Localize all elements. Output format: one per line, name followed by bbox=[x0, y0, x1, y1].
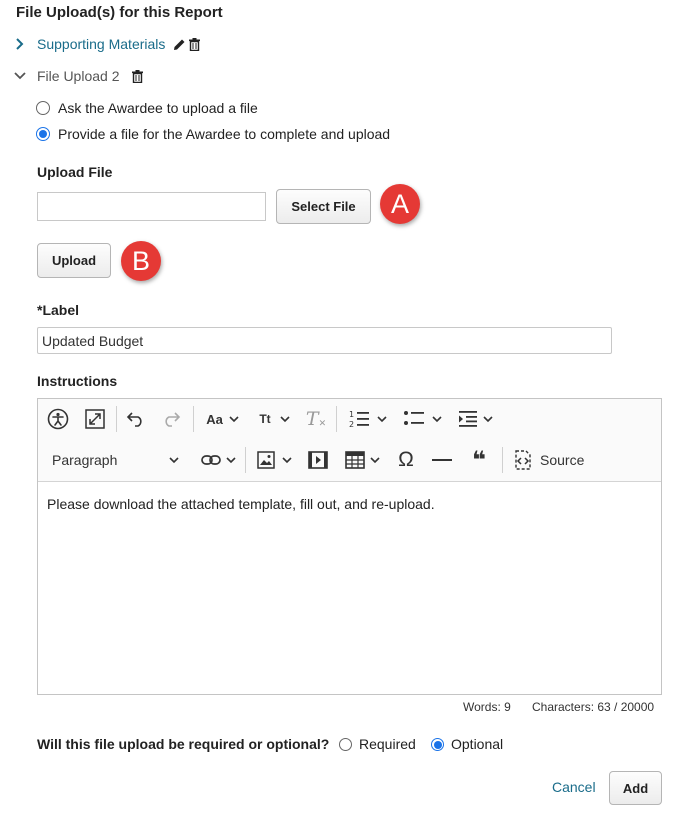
numbered-list-icon[interactable]: 12 bbox=[345, 407, 391, 431]
paragraph-select[interactable]: Paragraph bbox=[44, 447, 184, 473]
editor-content[interactable]: Please download the attached template, f… bbox=[47, 496, 435, 512]
svg-text:1: 1 bbox=[349, 410, 354, 419]
supporting-materials-link[interactable]: Supporting Materials bbox=[37, 36, 165, 52]
fullscreen-icon[interactable] bbox=[83, 407, 107, 431]
trash-icon[interactable] bbox=[131, 69, 143, 83]
source-button[interactable]: Source bbox=[512, 447, 590, 473]
omega-icon[interactable]: Ω bbox=[394, 447, 418, 473]
upload-file-heading: Upload File bbox=[37, 164, 113, 180]
radio-button[interactable] bbox=[339, 737, 352, 751]
cancel-link[interactable]: Cancel bbox=[552, 779, 596, 795]
radio-label: Required bbox=[359, 736, 416, 752]
bulleted-list-icon[interactable] bbox=[400, 407, 446, 431]
svg-text:2: 2 bbox=[349, 420, 354, 429]
rich-text-editor: Aa Tt T ✕ 12 Paragraph Ω ❝ Source Please… bbox=[37, 398, 662, 695]
callout-b: B bbox=[121, 241, 161, 281]
upload-button[interactable]: Upload bbox=[37, 243, 111, 278]
file-name-field[interactable] bbox=[37, 192, 266, 221]
add-button[interactable]: Add bbox=[609, 771, 662, 805]
source-label: Source bbox=[540, 452, 585, 468]
indent-icon[interactable] bbox=[455, 407, 497, 431]
redo-icon[interactable] bbox=[159, 407, 183, 431]
character-count: Characters: 63 / 20000 bbox=[532, 700, 655, 714]
radio-button[interactable] bbox=[431, 737, 444, 751]
table-icon[interactable] bbox=[342, 447, 384, 473]
source-icon bbox=[515, 450, 531, 470]
image-icon[interactable] bbox=[254, 447, 296, 473]
link-icon[interactable] bbox=[198, 447, 240, 473]
select-file-button[interactable]: Select File bbox=[276, 189, 371, 224]
undo-icon[interactable] bbox=[124, 407, 148, 431]
clear-format-glyph: T bbox=[305, 408, 319, 430]
radio-provide-file[interactable]: Provide a file for the Awardee to comple… bbox=[36, 125, 390, 143]
tree-item-file-upload-2: File Upload 2 bbox=[14, 66, 143, 86]
requirement-question: Will this file upload be required or opt… bbox=[37, 736, 330, 752]
callout-a: A bbox=[380, 184, 420, 224]
tree-item-supporting-materials: Supporting Materials bbox=[14, 34, 201, 54]
file-upload-2-label[interactable]: File Upload 2 bbox=[37, 68, 120, 84]
radio-label: Provide a file for the Awardee to comple… bbox=[58, 126, 391, 142]
radio-button[interactable] bbox=[36, 127, 50, 141]
paragraph-select-value: Paragraph bbox=[52, 452, 118, 468]
section-title: File Upload(s) for this Report bbox=[16, 4, 223, 21]
radio-required[interactable]: Required bbox=[339, 735, 416, 753]
clear-format-icon[interactable]: T ✕ bbox=[304, 407, 328, 431]
accessibility-icon[interactable] bbox=[46, 407, 70, 431]
radio-button[interactable] bbox=[36, 101, 50, 115]
chevron-right-icon[interactable] bbox=[14, 38, 26, 50]
chevron-down-icon[interactable] bbox=[14, 70, 26, 82]
radio-ask-awardee[interactable]: Ask the Awardee to upload a file bbox=[36, 99, 258, 117]
trash-icon[interactable] bbox=[189, 37, 201, 51]
font-size-icon[interactable]: Aa bbox=[202, 407, 244, 431]
radio-label: Ask the Awardee to upload a file bbox=[58, 100, 258, 116]
text-case-glyph: Tt bbox=[259, 412, 271, 426]
label-input[interactable]: Updated Budget bbox=[37, 327, 612, 354]
radio-optional[interactable]: Optional bbox=[431, 735, 503, 753]
horizontal-line-icon[interactable] bbox=[430, 447, 454, 473]
text-case-icon[interactable]: Tt bbox=[255, 407, 295, 431]
media-icon[interactable] bbox=[306, 447, 330, 473]
pencil-icon[interactable] bbox=[173, 38, 186, 51]
word-count: Words: 9 bbox=[463, 700, 511, 714]
editor-toolbar: Aa Tt T ✕ 12 Paragraph Ω ❝ Source bbox=[38, 399, 661, 482]
quote-icon[interactable]: ❝ bbox=[467, 447, 491, 474]
instructions-heading: Instructions bbox=[37, 373, 118, 389]
font-size-glyph: Aa bbox=[206, 411, 223, 427]
label-field-heading: *Label bbox=[37, 302, 80, 318]
radio-label: Optional bbox=[451, 736, 504, 752]
